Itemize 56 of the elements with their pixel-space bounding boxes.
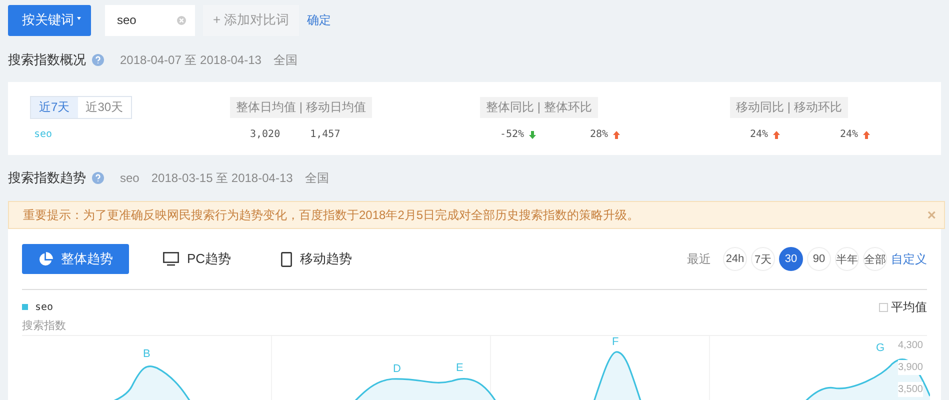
table-cell: 28% bbox=[590, 129, 608, 140]
table-cell: 1,457 bbox=[310, 129, 340, 140]
range-chip[interactable]: 全部 bbox=[863, 247, 887, 271]
keyword-label: seo bbox=[120, 171, 140, 185]
up-arrow-icon bbox=[773, 130, 780, 138]
table-cell: 24% bbox=[750, 129, 768, 140]
view-tab[interactable]: 整体趋势 bbox=[22, 244, 129, 274]
point-label: D bbox=[393, 363, 401, 375]
confirm-link[interactable]: 确定 bbox=[307, 12, 332, 28]
keyword-mode-button[interactable]: 按关键词 bbox=[8, 4, 91, 36]
column-header: 整体同比 | 整体环比 bbox=[480, 97, 598, 118]
down-arrow-icon bbox=[529, 130, 536, 138]
y-axis-title: 搜索指数 bbox=[22, 318, 67, 333]
range-label: 最近 bbox=[687, 250, 711, 268]
section-title: 搜索指数趋势 bbox=[8, 169, 86, 187]
region-label: 全国 bbox=[273, 52, 298, 68]
date-range: 2018-03-15 至 2018-04-13 bbox=[151, 170, 293, 186]
view-tab[interactable]: 移动趋势 bbox=[265, 244, 368, 274]
column-header: 移动同比 | 移动环比 bbox=[730, 97, 848, 118]
keyword-input-field[interactable]: seo bbox=[105, 4, 195, 36]
date-range: 2018-04-07 至 2018-04-13 bbox=[120, 52, 262, 68]
point-label: G bbox=[876, 342, 885, 354]
phone-icon bbox=[281, 252, 292, 266]
pie-chart-icon bbox=[38, 252, 53, 266]
help-icon[interactable] bbox=[92, 54, 104, 66]
caret-icon bbox=[77, 16, 81, 20]
point-label: E bbox=[456, 362, 464, 374]
notice-text: 重要提示：为了更准确反映网民搜索行为趋势变化，百度指数于2018年2月5日完成对全部历史搜索指数的策略升级。 bbox=[23, 206, 640, 224]
average-checkbox[interactable] bbox=[879, 302, 888, 312]
custom-range-link[interactable]: 自定义 bbox=[891, 250, 927, 268]
range-chip[interactable]: 30 bbox=[779, 247, 803, 271]
period-tab[interactable]: 近7天 bbox=[31, 97, 78, 118]
y-tick-label: 3,500 bbox=[898, 382, 923, 397]
y-tick-label: 3,900 bbox=[898, 360, 923, 375]
keyword-cell-text: seo bbox=[33, 129, 54, 140]
help-icon[interactable] bbox=[92, 172, 104, 184]
legend-label: seo bbox=[35, 302, 54, 312]
range-chip[interactable]: 7天 bbox=[751, 247, 775, 271]
clear-icon[interactable] bbox=[177, 16, 186, 24]
range-chip[interactable]: 24h bbox=[723, 247, 747, 271]
average-label: 平均值 bbox=[891, 298, 927, 316]
table-cell: 24% bbox=[840, 129, 858, 140]
monitor-icon bbox=[163, 252, 179, 266]
add-compare-button[interactable]: + 添加对比词 bbox=[203, 4, 300, 36]
section-title: 搜索指数概况 bbox=[8, 51, 86, 69]
column-header: 整体日均值 | 移动日均值 bbox=[230, 97, 372, 118]
region-label: 全国 bbox=[304, 170, 329, 186]
up-arrow-icon bbox=[863, 130, 870, 138]
range-chip[interactable]: 半年 bbox=[835, 247, 859, 271]
view-tab[interactable]: PC趋势 bbox=[147, 244, 248, 274]
table-cell: -52% bbox=[500, 129, 524, 140]
range-chip[interactable]: 90 bbox=[807, 247, 831, 271]
point-label: F bbox=[612, 336, 619, 348]
table-cell: 3,020 bbox=[250, 129, 280, 140]
point-label: B bbox=[143, 348, 150, 360]
up-arrow-icon bbox=[613, 130, 620, 138]
